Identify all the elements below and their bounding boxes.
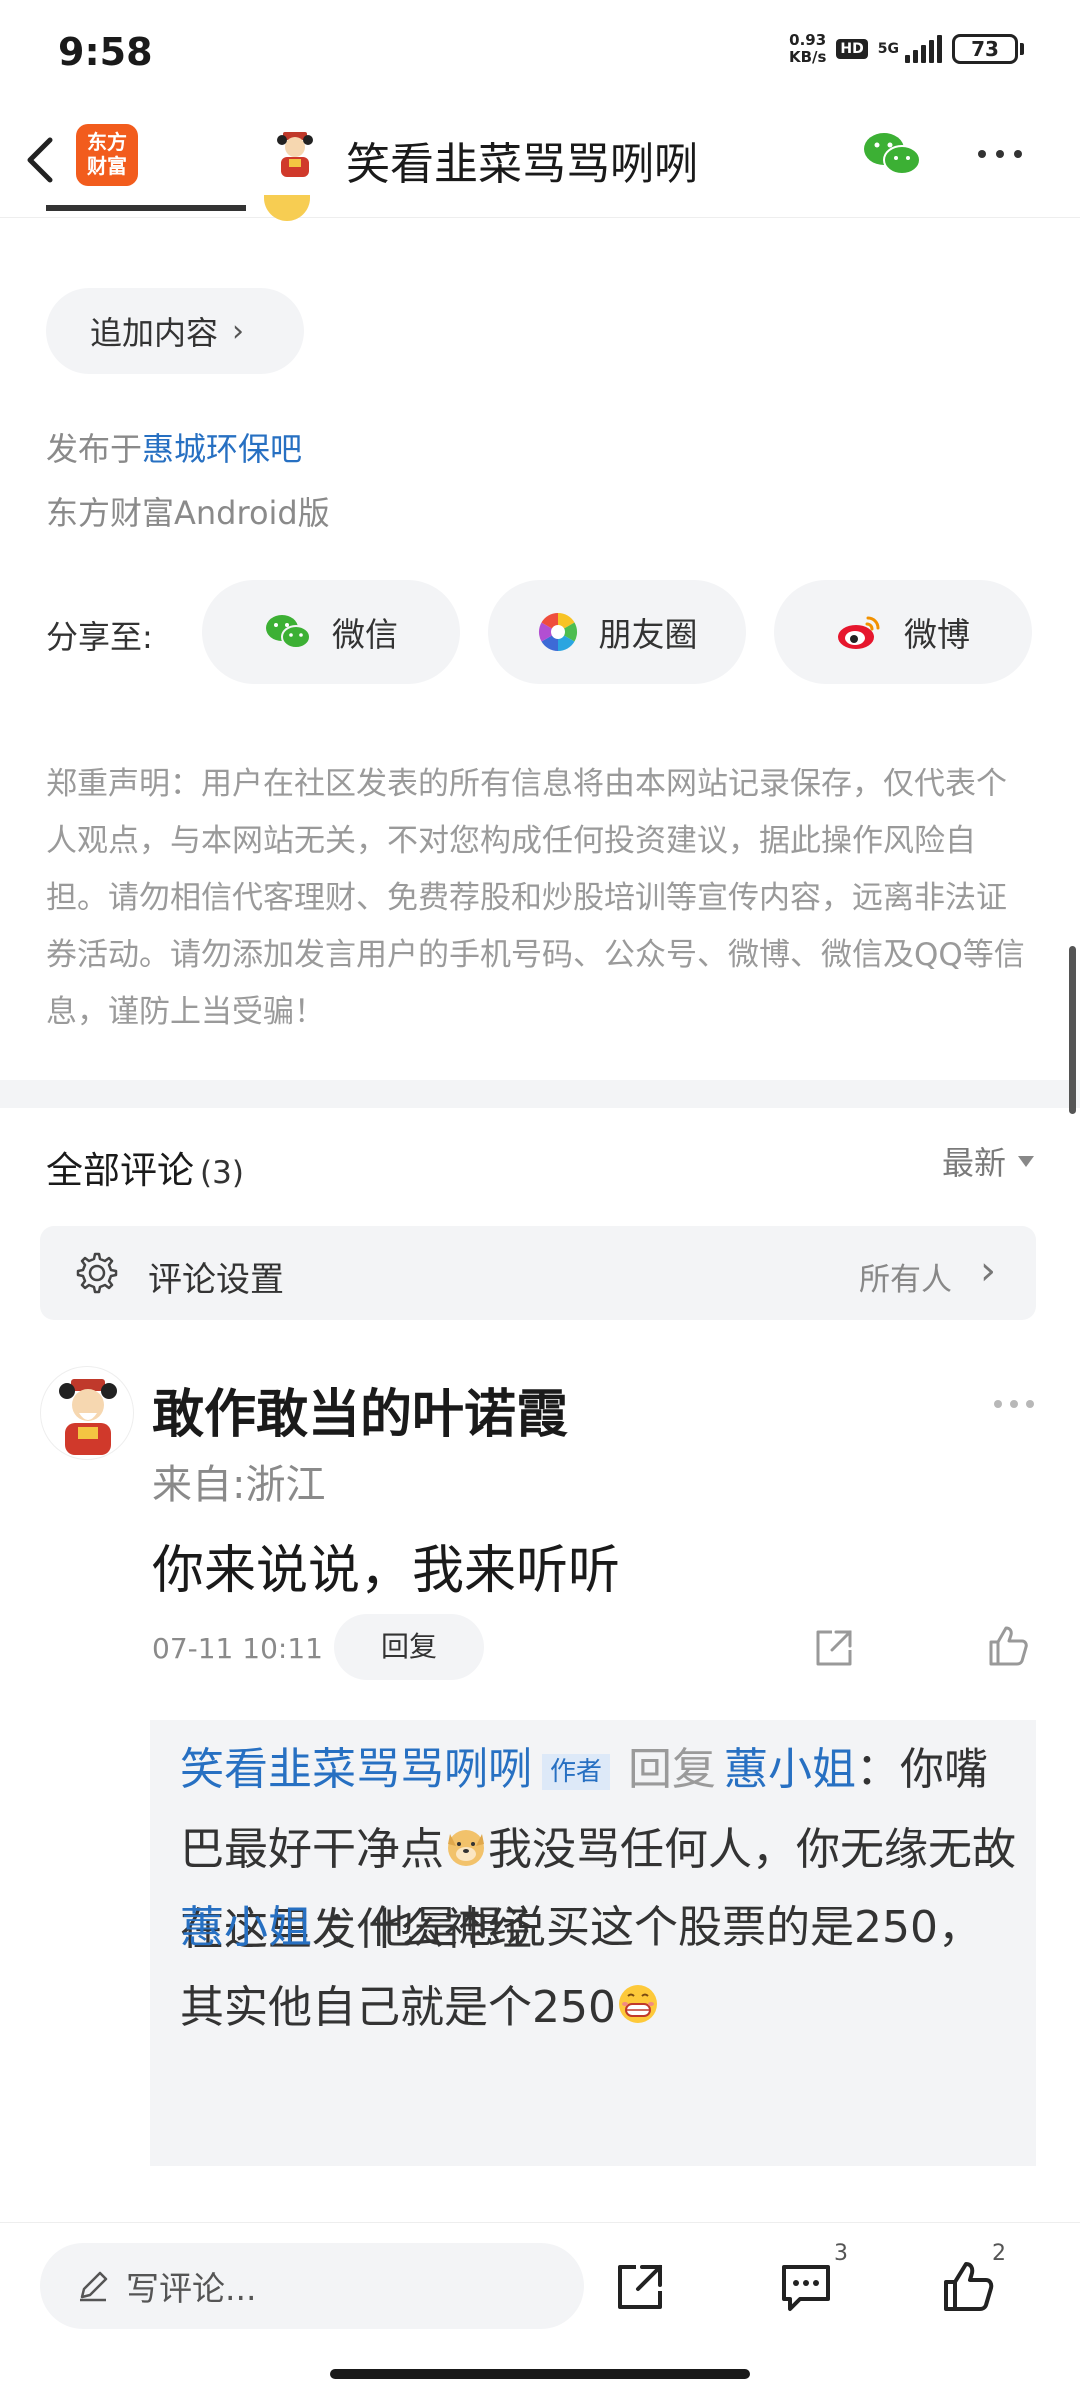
comment-location: 来自:浙江 (152, 1462, 326, 1508)
bottom-action-bar: 写评论... 3 2 (0, 2222, 1080, 2400)
share-moments-button[interactable]: 朋友圈 (488, 580, 746, 684)
commenter-avatar-icon (59, 1379, 117, 1455)
chevron-right-icon: › (980, 1248, 996, 1294)
comment-settings-row[interactable]: 评论设置 所有人 › (40, 1226, 1036, 1320)
comments-header: 全部评论 (3) (46, 1149, 244, 1192)
network-type: 5G (877, 41, 899, 57)
chevron-right-icon: › (232, 313, 245, 349)
comment-count-badge: 3 (834, 2241, 848, 2266)
status-icons: 0.93 KB/s HD 5G 73 (789, 32, 1024, 66)
battery-level: 73 (952, 34, 1018, 64)
doge-emoji-icon (448, 1830, 484, 1866)
share-weibo-button[interactable]: 微博 (774, 580, 1032, 684)
reply-target[interactable]: 蕙小姐 (724, 1744, 856, 1795)
battery-icon: 73 (952, 34, 1024, 64)
section-divider (0, 1080, 1080, 1108)
signal-icon (905, 35, 942, 63)
status-bar: 9:58 0.93 KB/s HD 5G 73 (0, 0, 1080, 100)
add-content-button[interactable]: 追加内容 › (46, 288, 304, 374)
thumbs-up-icon[interactable] (940, 2259, 996, 2315)
back-button[interactable] (14, 124, 74, 194)
scrollbar[interactable] (1069, 946, 1076, 1114)
reply-author[interactable]: 笑看韭菜骂骂咧咧 (180, 1744, 532, 1795)
wechat-icon (266, 615, 311, 649)
more-options-icon[interactable] (978, 150, 1022, 158)
pencil-icon (80, 2271, 108, 2302)
thumbs-up-icon[interactable] (986, 1624, 1030, 1668)
post-text-fragment (46, 195, 326, 225)
share-label: 分享至: (46, 618, 153, 656)
home-indicator[interactable] (330, 2369, 750, 2379)
reply-author[interactable]: 蕙小姐 (180, 1902, 312, 1953)
post-platform: 东方财富Android版 (46, 494, 330, 532)
wechat-share-icon[interactable] (862, 130, 922, 178)
comments-count: (3) (200, 1155, 244, 1191)
share-icon[interactable] (812, 1626, 856, 1670)
reply-button[interactable]: 回复 (334, 1614, 484, 1680)
status-time: 9:58 (58, 30, 153, 74)
comment-timestamp: 07-11 10:11 (152, 1632, 323, 1665)
reply-item[interactable]: 蕙小姐 ：他是想说买这个股票的是250，其实他自己就是个250 (180, 1888, 1020, 2048)
share-icon[interactable] (612, 2259, 668, 2315)
disclaimer-text: 郑重声明：用户在社区发表的所有信息将由本网站记录保存，仅代表个人观点，与本网站无… (46, 766, 1025, 1030)
sort-dropdown[interactable]: 最新 (942, 1138, 1034, 1184)
grin-emoji-icon (618, 1985, 657, 2023)
net-speed: 0.93 KB/s (788, 31, 827, 66)
comment-icon[interactable] (778, 2259, 834, 2315)
bar-link[interactable]: 惠城环保吧 (142, 430, 302, 468)
weibo-icon (838, 616, 880, 649)
gear-icon (76, 1252, 118, 1294)
author-badge: 作者 (542, 1754, 611, 1790)
comment-more-icon[interactable] (994, 1400, 1034, 1408)
back-arrow-icon (27, 137, 53, 183)
app-logo[interactable]: 东方 财富 (76, 124, 138, 186)
write-comment-input[interactable]: 写评论... (40, 2243, 584, 2329)
moments-icon (538, 612, 577, 652)
hd-icon: HD (836, 39, 868, 59)
dropdown-arrow-icon (1018, 1155, 1034, 1167)
share-wechat-button[interactable]: 微信 (202, 580, 460, 684)
like-count-badge: 2 (992, 2241, 1006, 2266)
settings-value: 所有人 (859, 1262, 952, 1298)
comment-text: 你来说说，我来听听 (152, 1541, 621, 1601)
author-avatar-icon (277, 132, 313, 177)
page-title: 笑看韭菜骂骂咧咧 (346, 139, 698, 190)
published-in: 发布于惠城环保吧 (46, 430, 303, 468)
replies-box: 笑看韭菜骂骂咧咧 作者 回复 蕙小姐：你嘴巴最好干净点 我没骂任何人，你无缘无故在这里发… (150, 1720, 1036, 2166)
comment-author[interactable]: 敢作敢当的叶诺霞 (152, 1372, 568, 1447)
avatar[interactable] (40, 1366, 134, 1460)
